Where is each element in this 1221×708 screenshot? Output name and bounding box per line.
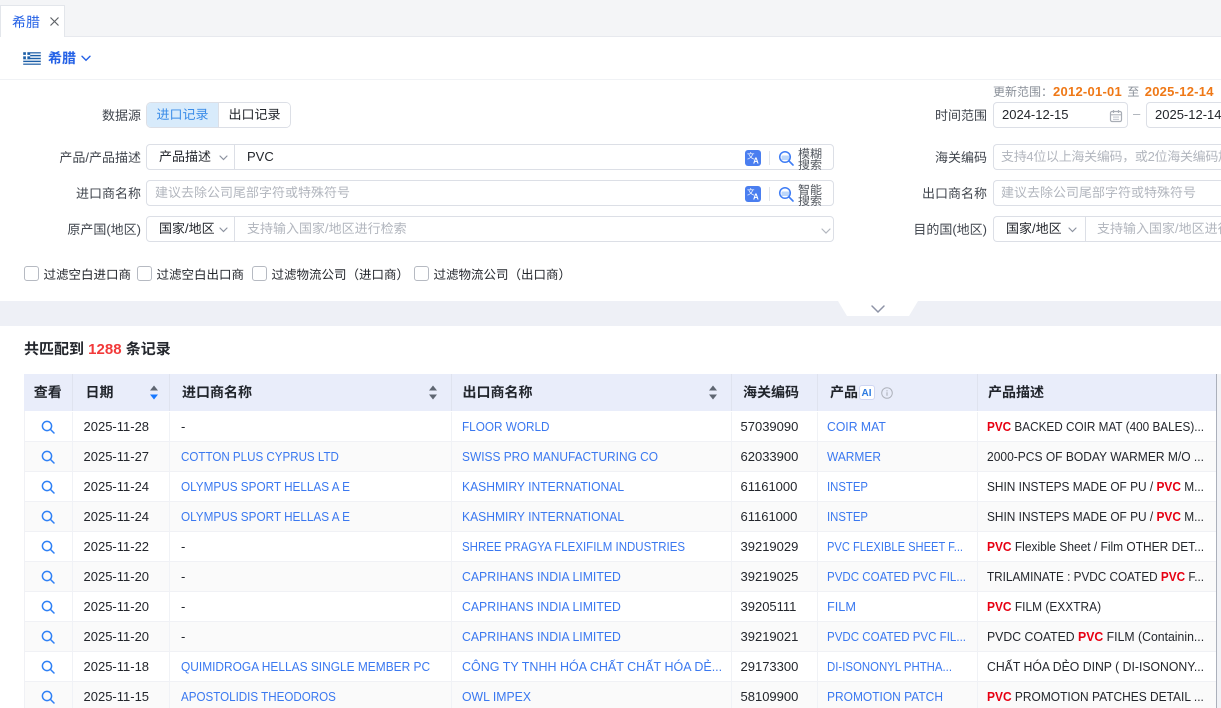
svg-text:A: A [753, 193, 759, 202]
svg-text:AI: AI [862, 388, 872, 399]
svg-text:A: A [753, 157, 759, 166]
